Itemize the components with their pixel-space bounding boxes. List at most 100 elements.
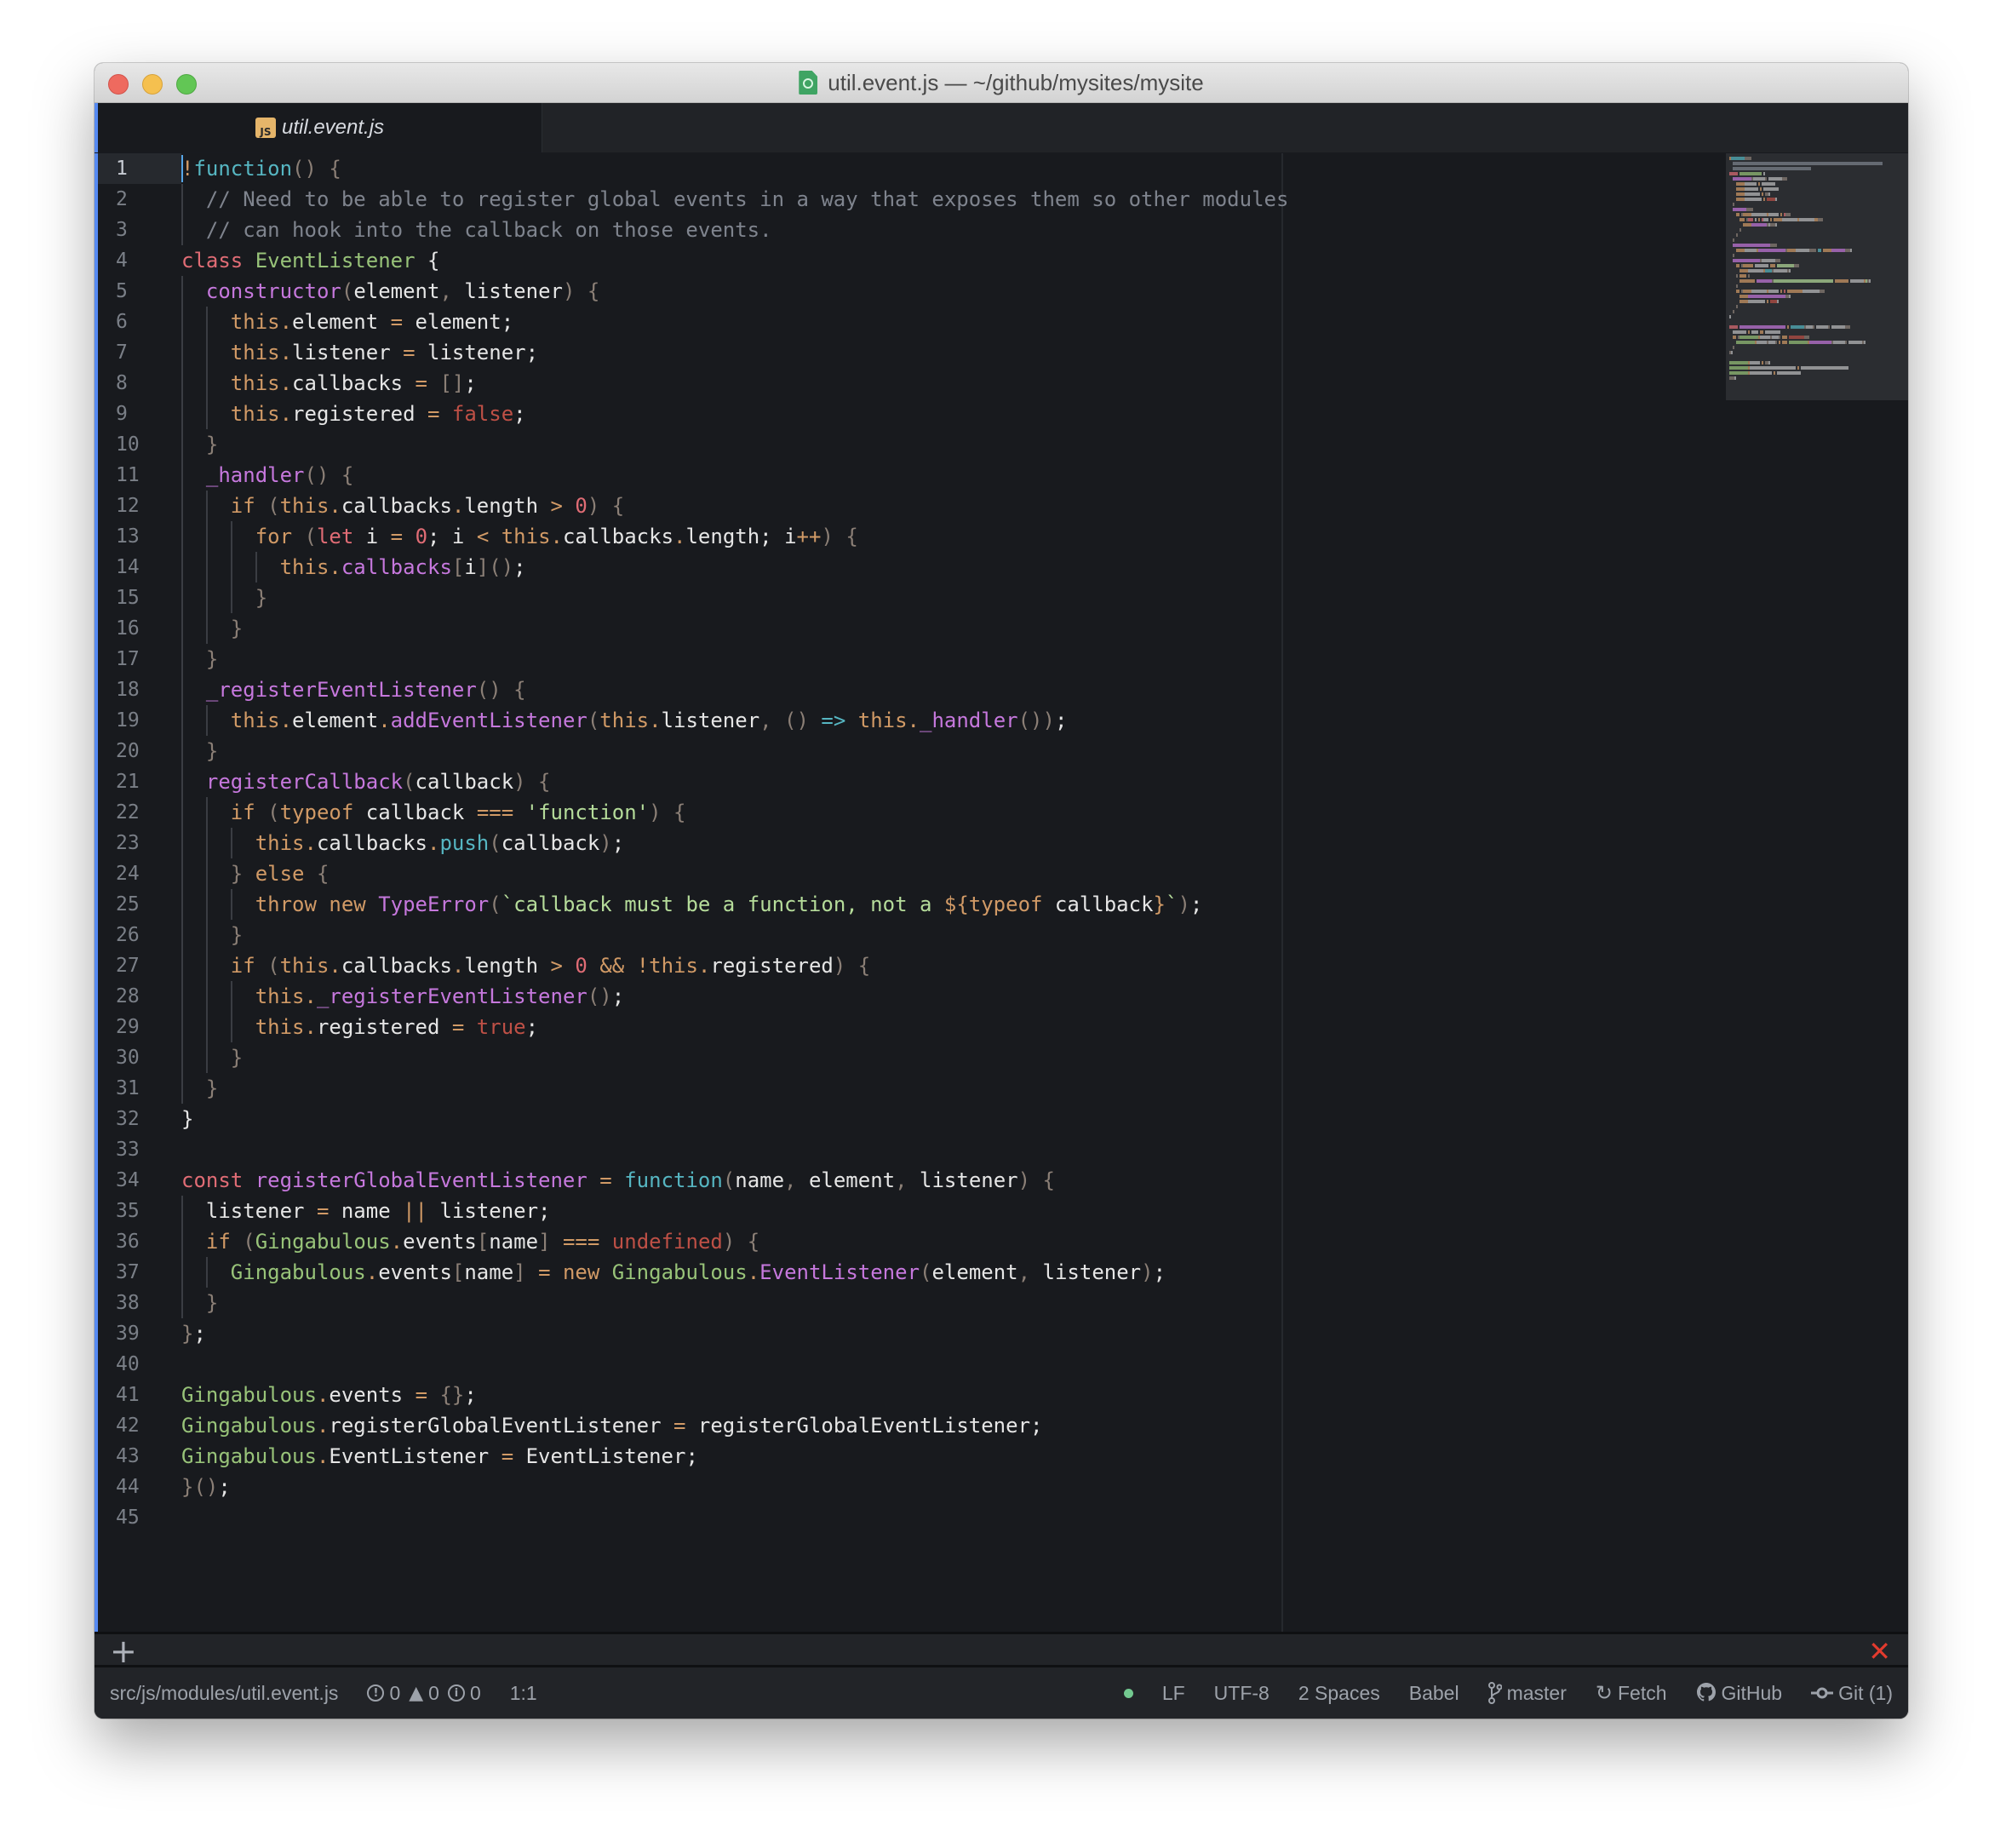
github-icon [1696,1682,1717,1704]
minimap-token [1748,330,1750,334]
token: = [673,1414,686,1438]
code-line[interactable]: 30 } [98,1042,1908,1073]
code-line[interactable]: 44}(); [98,1472,1908,1502]
status-bar: src/js/modules/util.event.js ! 0 ▲ 0 i 0… [95,1667,1908,1719]
line-number: 12 [116,495,140,517]
linter-summary[interactable]: ! 0 ▲ 0 i 0 [367,1682,481,1705]
code-line[interactable]: 28 this._registerEventListener(); [98,981,1908,1012]
token: > [550,954,563,978]
code-line[interactable]: 32} [98,1104,1908,1134]
token: === [562,1230,600,1254]
code-line[interactable]: 9 this.registered = false; [98,399,1908,429]
indentation[interactable]: 2 Spaces [1298,1682,1380,1705]
code-line[interactable]: 25 throw new TypeError(`callback must be… [98,889,1908,920]
token: else [255,862,305,886]
code-line[interactable]: 1 !function() { [98,153,1908,184]
code-line[interactable]: 43 Gingabulous.EventListener = EventListe… [98,1441,1908,1472]
code-line[interactable]: 21 registerCallback(callback) { [98,766,1908,797]
line-ending[interactable]: LF [1162,1682,1185,1705]
code-line[interactable]: 24 } else { [98,858,1908,889]
minimap-token [1745,192,1760,196]
code-line[interactable]: 22 if (typeof callback === 'function') { [98,797,1908,828]
line-text: } [181,1288,218,1318]
code-line[interactable]: 2 // Need to be able to register global … [98,184,1908,215]
code-line[interactable]: 37 Gingabulous.events[name] = new Gingab… [98,1257,1908,1288]
token: if [230,494,268,518]
code-line[interactable]: 42 Gingabulous.registerGlobalEventListene… [98,1410,1908,1441]
code-line[interactable]: 34 const registerGlobalEventListener = fu… [98,1165,1908,1196]
line-text: this.element.addEventListener(this.liste… [181,705,1068,736]
code-line[interactable]: 4 class EventListener { [98,245,1908,276]
code-line[interactable]: 40 [98,1349,1908,1380]
token: this [255,1015,305,1039]
code-line[interactable]: 13 for (let i = 0; i < this.callbacks.le… [98,521,1908,552]
line-number: 19 [116,709,140,732]
code-line[interactable]: 6 this.element = element; [98,307,1908,337]
code-line[interactable]: 20 } [98,736,1908,766]
js-file-icon: JS [255,118,276,138]
code-line[interactable]: 5 constructor(element, listener) { [98,276,1908,307]
encoding[interactable]: UTF-8 [1214,1682,1270,1705]
code-line[interactable]: 41 Gingabulous.events = {}; [98,1380,1908,1410]
code-line[interactable]: 33 [98,1134,1908,1165]
minimap-token [1784,290,1785,293]
code-line[interactable]: 29 this.registered = true; [98,1012,1908,1042]
close-x-icon[interactable]: ✕ [1868,1638,1891,1665]
code-line[interactable]: 11 _handler() { [98,460,1908,491]
code-line[interactable]: 8 this.callbacks = []; [98,368,1908,399]
code-line[interactable]: 18 _registerEventListener() { [98,674,1908,705]
token: throw new [255,892,379,916]
code-line[interactable]: 7 this.listener = listener; [98,337,1908,368]
minimap-token [1775,223,1777,227]
line-number: 38 [116,1292,140,1314]
minimap-token [1818,218,1823,221]
minimap-token [1806,325,1813,329]
token: length; i [685,525,797,548]
token: . [390,1230,404,1254]
tab-bar: JS util.event.js [95,103,1908,153]
token: . [316,1444,330,1468]
token: . [304,1015,317,1039]
cursor-position[interactable]: 1:1 [510,1682,537,1705]
code-line[interactable]: 15 } [98,583,1908,613]
token: length [464,954,551,978]
code-line[interactable]: 36 if (Gingabulous.events[name] === unde… [98,1226,1908,1257]
sync-icon: ↻ [1595,1681,1613,1705]
minimap-token [1869,279,1871,283]
code-line[interactable]: 14 this.callbacks[i](); [98,552,1908,583]
tab-util-event-js[interactable]: JS util.event.js [95,103,542,152]
git-button[interactable]: Git (1) [1811,1682,1893,1705]
code-line[interactable]: 19 this.element.addEventListener(this.li… [98,705,1908,736]
grammar[interactable]: Babel [1409,1682,1459,1705]
plus-icon[interactable]: + [110,1635,137,1667]
code-line[interactable]: 12 if (this.callbacks.length > 0) { [98,491,1908,521]
fetch-button[interactable]: ↻ Fetch [1596,1681,1667,1705]
minimap-token [1751,290,1767,293]
code-line[interactable]: 26 } [98,920,1908,950]
file-path[interactable]: src/js/modules/util.event.js [110,1682,338,1705]
code-line[interactable]: 23 this.callbacks.push(callback); [98,828,1908,858]
minimap-token [1739,300,1746,303]
minimap-token [1734,376,1736,380]
code-editor[interactable]: 1 !function() {2 // Need to be able to re… [95,153,1908,1632]
minimap-token [1760,187,1762,191]
code-line[interactable]: 35 listener = name || listener; [98,1196,1908,1226]
code-line[interactable]: 31 } [98,1073,1908,1104]
code-line[interactable]: 27 if (this.callbacks.length > 0 && !thi… [98,950,1908,981]
code-line[interactable]: 39}; [98,1318,1908,1349]
minimap-token [1739,172,1762,175]
minimap-token [1777,371,1801,375]
github-button[interactable]: GitHub [1696,1682,1782,1705]
minimap[interactable] [1726,153,1908,400]
code-line[interactable]: 17 } [98,644,1908,674]
code-line[interactable]: 3 // can hook into the callback on those… [98,215,1908,245]
minimap-token [1768,192,1770,196]
line-number: 13 [116,525,140,548]
code-line[interactable]: 16 } [98,613,1908,644]
code-line[interactable]: 45 [98,1502,1908,1533]
code-line[interactable]: 10 } [98,429,1908,460]
code-line[interactable]: 38 } [98,1288,1908,1318]
git-branch[interactable]: master [1487,1682,1567,1705]
token: registered [710,954,834,978]
minimap-token [1736,341,1755,344]
